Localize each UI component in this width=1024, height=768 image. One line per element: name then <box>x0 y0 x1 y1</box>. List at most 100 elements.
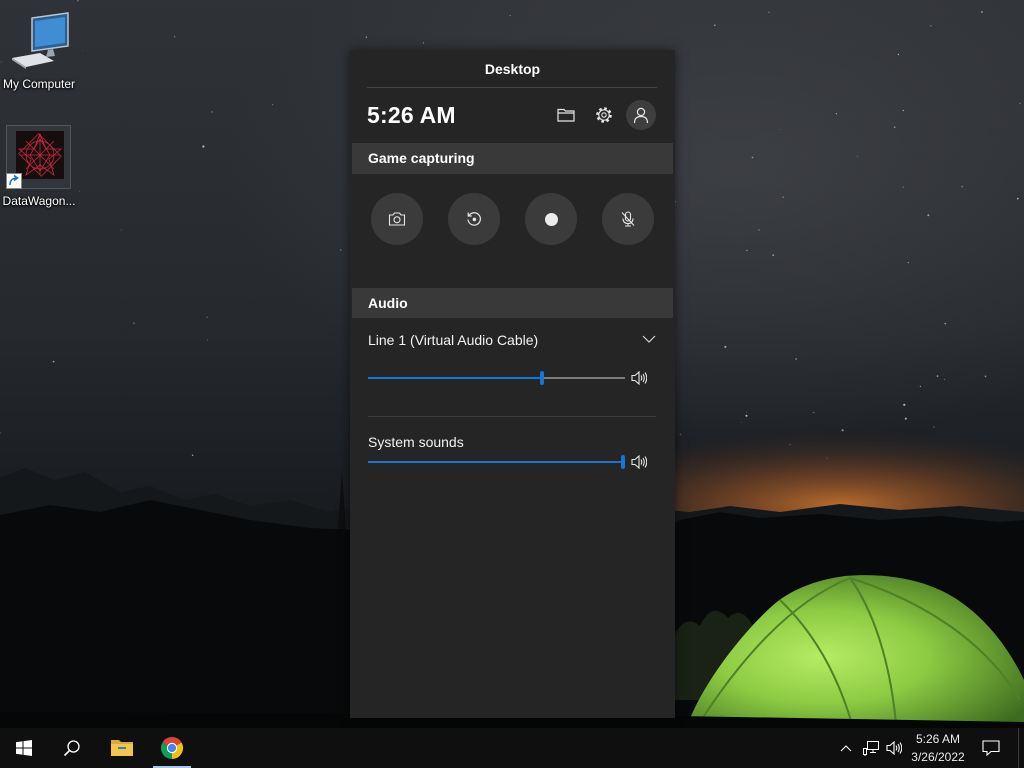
mic-off-icon <box>621 211 635 227</box>
network-tray-button[interactable] <box>860 728 882 768</box>
slider-thumb[interactable] <box>540 371 545 385</box>
system-mute-button[interactable] <box>629 453 649 471</box>
star <box>724 345 727 348</box>
chevron-down-icon <box>642 335 656 343</box>
star <box>272 104 274 106</box>
star <box>930 25 932 27</box>
start-recording-button[interactable] <box>525 193 577 245</box>
audio-device-dropdown[interactable] <box>637 327 661 351</box>
audio-device-label: Line 1 (Virtual Audio Cable) <box>368 332 539 348</box>
star <box>132 322 135 325</box>
taskbar-clock[interactable]: 5:26 AM 3/26/2022 <box>903 728 973 768</box>
account-button[interactable] <box>626 100 656 130</box>
user-icon <box>633 107 649 124</box>
star <box>1019 102 1021 105</box>
star <box>52 360 55 363</box>
volume-tray-button[interactable] <box>883 728 905 768</box>
desktop-icon-datawagon[interactable]: DataWagon... <box>0 125 78 211</box>
desktop-icon-label: DataWagon... <box>2 194 76 208</box>
file-explorer-icon <box>111 740 133 756</box>
star <box>835 113 838 115</box>
star <box>211 110 213 113</box>
taskbar: 5:26 AM 3/26/2022 <box>0 728 1024 768</box>
search-icon <box>63 740 80 757</box>
show-desktop-button[interactable] <box>1018 728 1024 768</box>
star <box>206 316 208 318</box>
star <box>746 249 748 252</box>
desktop-icon-label: My Computer <box>2 77 76 91</box>
star <box>758 229 760 231</box>
star <box>795 358 797 360</box>
speaker-icon <box>631 455 647 469</box>
star <box>751 156 754 159</box>
star <box>422 42 424 44</box>
clock-time: 5:26 AM <box>915 732 961 746</box>
desktop-icon-my-computer[interactable]: My Computer <box>0 10 78 96</box>
star <box>79 190 81 192</box>
title-divider <box>367 87 657 88</box>
star <box>1016 197 1019 200</box>
star <box>202 145 205 148</box>
computer-icon <box>12 12 69 69</box>
settings-button[interactable] <box>589 100 619 130</box>
windows-start-icon <box>16 740 32 756</box>
shortcut-arrow-icon <box>6 173 22 189</box>
star <box>191 454 194 457</box>
star <box>740 421 742 423</box>
gear-icon <box>596 107 612 123</box>
screenshot-button[interactable] <box>371 193 423 245</box>
search-button[interactable] <box>48 728 96 768</box>
section-heading: Game capturing <box>368 150 475 166</box>
audio-divider <box>368 416 656 417</box>
star <box>745 414 748 417</box>
replay-icon <box>467 212 481 226</box>
star <box>778 128 780 130</box>
star <box>919 385 922 388</box>
star <box>944 322 947 325</box>
device-volume-slider[interactable] <box>368 370 625 386</box>
record-that-button[interactable] <box>448 193 500 245</box>
system-volume-slider[interactable] <box>368 454 625 470</box>
star <box>509 14 511 16</box>
game-capturing-header: Game capturing <box>352 143 673 174</box>
game-bar-panel: Desktop 5:26 AM Game capturing Audio Lin… <box>350 50 675 718</box>
star <box>713 24 716 27</box>
open-captures-folder-button[interactable] <box>551 100 581 130</box>
star <box>980 10 983 13</box>
panel-title: Desktop <box>484 61 541 77</box>
slider-thumb[interactable] <box>621 455 625 469</box>
slider-fill <box>368 461 625 463</box>
action-center-button[interactable] <box>971 728 1011 768</box>
star <box>944 379 945 380</box>
star <box>365 36 368 38</box>
star <box>679 433 682 436</box>
star <box>174 36 176 38</box>
star <box>904 417 907 420</box>
star <box>902 109 904 112</box>
section-heading: Audio <box>368 295 408 311</box>
network-icon <box>863 741 879 756</box>
star <box>984 375 987 378</box>
show-hidden-icons-button[interactable] <box>836 728 856 768</box>
speaker-icon <box>631 371 647 385</box>
chevron-up-icon <box>840 745 852 752</box>
star <box>207 339 209 341</box>
chrome-button[interactable] <box>148 728 196 768</box>
star <box>120 229 122 231</box>
star <box>339 249 342 251</box>
file-explorer-button[interactable] <box>98 728 146 768</box>
star <box>907 261 909 264</box>
star <box>813 412 815 413</box>
star <box>782 196 784 198</box>
record-dot-icon <box>544 212 558 226</box>
star <box>746 412 748 414</box>
camera-icon <box>388 212 406 226</box>
microphone-toggle-button[interactable] <box>602 193 654 245</box>
folder-icon <box>557 108 575 122</box>
start-button[interactable] <box>0 728 48 768</box>
device-mute-button[interactable] <box>629 369 649 387</box>
star <box>897 53 900 56</box>
slider-fill <box>368 377 543 379</box>
star <box>81 50 83 52</box>
notification-icon <box>982 740 1000 756</box>
